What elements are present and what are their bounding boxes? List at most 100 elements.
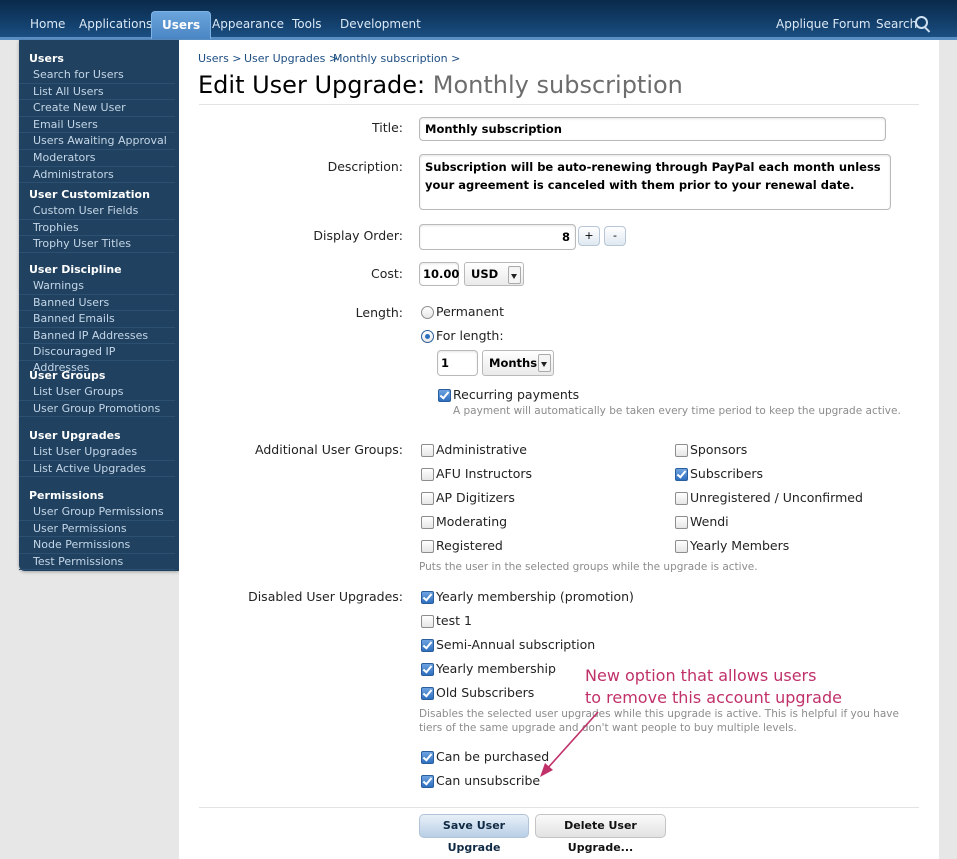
- can-be-purchased-checkbox[interactable]: [421, 751, 434, 764]
- length-unit-value: Months: [489, 356, 538, 370]
- sidebar-item-search-users[interactable]: Search for Users: [19, 67, 175, 84]
- sidebar-section-upgrades: User Upgrades List User Upgrades List Ac…: [19, 428, 179, 478]
- cost-input[interactable]: 10.00: [419, 262, 459, 286]
- currency-value: USD: [471, 267, 499, 281]
- tab-development[interactable]: Development: [330, 12, 431, 37]
- can-unsubscribe-checkbox[interactable]: [421, 775, 434, 788]
- page-title: Edit User Upgrade: Monthly subscription: [198, 71, 683, 99]
- sidebar-item-banned-users[interactable]: Banned Users: [19, 295, 175, 312]
- page-title-name: Monthly subscription: [432, 71, 683, 99]
- tab-applications[interactable]: Applications: [69, 12, 162, 37]
- sidebar-item-custom-fields[interactable]: Custom User Fields: [19, 203, 175, 220]
- disabled-upgrade-option-checkbox[interactable]: [421, 639, 434, 652]
- group-option-label: Administrative: [436, 442, 527, 457]
- group-option-checkbox[interactable]: [675, 516, 688, 529]
- description-textarea[interactable]: Subscription will be auto-renewing throu…: [419, 154, 891, 210]
- display-order-label: Display Order:: [313, 228, 403, 243]
- decrement-button[interactable]: -: [604, 226, 626, 246]
- sidebar-item-user-permissions[interactable]: User Permissions: [19, 521, 175, 538]
- group-option-label: Unregistered / Unconfirmed: [690, 490, 863, 505]
- group-option-checkbox[interactable]: [421, 468, 434, 481]
- search-icon[interactable]: [915, 16, 928, 29]
- tab-tools[interactable]: Tools: [282, 12, 332, 37]
- sidebar-item-administrators[interactable]: Administrators: [19, 167, 175, 184]
- group-option-label: AFU Instructors: [436, 466, 533, 481]
- disabled-upgrade-option-checkbox[interactable]: [421, 663, 434, 676]
- length-amount-input[interactable]: 1: [437, 350, 478, 376]
- annotation-callout: New option that allows users to remove t…: [585, 665, 842, 709]
- group-option-checkbox[interactable]: [675, 540, 688, 553]
- sidebar-item-node-permissions[interactable]: Node Permissions: [19, 537, 175, 554]
- group-option-checkbox[interactable]: [421, 540, 434, 553]
- group-option-checkbox[interactable]: [421, 516, 434, 529]
- sidebar-heading: Permissions: [29, 489, 104, 502]
- sidebar-heading: User Upgrades: [29, 429, 121, 442]
- page-title-prefix: Edit User Upgrade:: [198, 71, 426, 99]
- display-order-input[interactable]: 8: [419, 224, 576, 250]
- tab-appearance[interactable]: Appearance: [202, 12, 294, 37]
- sidebar-item-active-upgrades[interactable]: List Active Upgrades: [19, 461, 175, 478]
- sidebar-heading: User Discipline: [29, 263, 122, 276]
- recurring-payments-checkbox[interactable]: [438, 389, 451, 402]
- permanent-radio[interactable]: [421, 306, 434, 319]
- disabled-upgrade-option-label: Yearly membership: [436, 661, 556, 676]
- save-button[interactable]: Save User Upgrade: [419, 814, 529, 854]
- main-content: Users > User Upgrades > Monthly subscrip…: [179, 40, 939, 859]
- group-option-label: Wendi: [690, 514, 729, 529]
- group-option-label: Yearly Members: [690, 538, 790, 553]
- group-option-checkbox[interactable]: [421, 492, 434, 505]
- title-input[interactable]: Monthly subscription: [419, 117, 886, 141]
- sidebar-item-trophies[interactable]: Trophies: [19, 220, 175, 237]
- sidebar-heading: User Customization: [29, 188, 150, 201]
- disabled-hint-line-2: tiers of the same upgrade and don't want…: [419, 722, 797, 734]
- sidebar-heading: Users: [29, 52, 64, 65]
- description-label: Description:: [327, 159, 403, 174]
- sidebar-item-trophy-titles[interactable]: Trophy User Titles: [19, 236, 175, 253]
- chevron-down-icon: [508, 266, 521, 284]
- disabled-upgrade-option-checkbox[interactable]: [421, 591, 434, 604]
- group-option-checkbox[interactable]: [675, 468, 688, 481]
- delete-button[interactable]: Delete User Upgrade...: [535, 814, 666, 854]
- breadcrumb-user-upgrades[interactable]: User Upgrades >: [244, 52, 338, 65]
- tab-home[interactable]: Home: [20, 12, 75, 37]
- breadcrumb-monthly-subscription[interactable]: Monthly subscription >: [333, 52, 460, 65]
- group-option-label: AP Digitizers: [436, 490, 515, 505]
- recurring-payments-label: Recurring payments: [453, 387, 580, 402]
- group-option-checkbox[interactable]: [675, 492, 688, 505]
- sidebar-item-discouraged-ips[interactable]: Discouraged IP Addresses: [19, 344, 175, 374]
- currency-select[interactable]: USD: [464, 262, 524, 286]
- sidebar-item-banned-emails[interactable]: Banned Emails: [19, 311, 175, 328]
- disabled-hint-line-1: Disables the selected user upgrades whil…: [419, 708, 899, 720]
- sidebar-item-create-user[interactable]: Create New User: [19, 100, 175, 117]
- sidebar-item-list-users[interactable]: List All Users: [19, 84, 175, 101]
- sidebar-item-email-users[interactable]: Email Users: [19, 117, 175, 134]
- sidebar-item-warnings[interactable]: Warnings: [19, 278, 175, 295]
- forum-link[interactable]: Applique Forum: [766, 12, 881, 37]
- sidebar: Users Search for Users List All Users Cr…: [19, 40, 179, 571]
- annotation-line-2: to remove this account upgrade: [585, 688, 842, 707]
- group-option-checkbox[interactable]: [421, 444, 434, 457]
- sidebar-item-group-permissions[interactable]: User Group Permissions: [19, 504, 175, 521]
- can-unsubscribe-label: Can unsubscribe: [436, 773, 541, 788]
- chevron-down-icon: [538, 354, 551, 372]
- sidebar-item-list-upgrades[interactable]: List User Upgrades: [19, 444, 175, 461]
- disabled-upgrades-label: Disabled User Upgrades:: [248, 589, 403, 604]
- length-unit-select[interactable]: Months: [482, 350, 554, 376]
- sidebar-item-group-promotions[interactable]: User Group Promotions: [19, 401, 175, 418]
- sidebar-item-test-permissions[interactable]: Test Permissions: [19, 554, 175, 571]
- sidebar-item-banned-ips[interactable]: Banned IP Addresses: [19, 328, 175, 345]
- sidebar-section-users: Users Search for Users List All Users Cr…: [19, 51, 179, 184]
- sidebar-item-awaiting-approval[interactable]: Users Awaiting Approval: [19, 133, 175, 150]
- group-option-checkbox[interactable]: [675, 444, 688, 457]
- sidebar-item-moderators[interactable]: Moderators: [19, 150, 175, 167]
- sidebar-item-list-groups[interactable]: List User Groups: [19, 384, 175, 401]
- disabled-upgrade-option-checkbox[interactable]: [421, 687, 434, 700]
- groups-hint: Puts the user in the selected groups whi…: [419, 561, 758, 573]
- disabled-upgrade-option-label: Old Subscribers: [436, 685, 535, 700]
- disabled-upgrade-option-checkbox[interactable]: [421, 615, 434, 628]
- sidebar-section-permissions: Permissions User Group Permissions User …: [19, 488, 179, 571]
- increment-button[interactable]: +: [578, 226, 600, 246]
- breadcrumb-users[interactable]: Users >: [198, 52, 242, 65]
- for-length-radio[interactable]: [421, 330, 434, 343]
- sidebar-heading: User Groups: [29, 369, 106, 382]
